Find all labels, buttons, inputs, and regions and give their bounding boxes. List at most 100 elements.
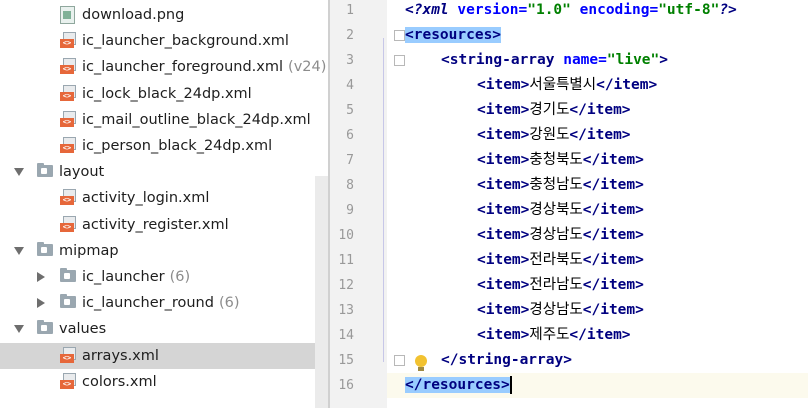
code-text: </resources>	[405, 373, 512, 398]
item-open-tag: <item>	[477, 202, 530, 218]
code-line[interactable]: <item>경상남도</item>	[387, 298, 808, 323]
code-text: <item>경상남도</item>	[477, 223, 644, 248]
code-line[interactable]: <item>제주도</item>	[387, 323, 808, 348]
chevron-down-icon[interactable]	[14, 246, 24, 255]
line-number: 3	[346, 53, 354, 68]
tree-row-layout[interactable]: layout	[0, 159, 328, 185]
code-line[interactable]: <item>경기도</item>	[387, 98, 808, 123]
file-name: activity_register.xml	[82, 216, 229, 233]
tree-row-activity-login-xml[interactable]: <> activity_login.xml	[0, 185, 328, 211]
item-close-tag: </item>	[569, 102, 631, 118]
xml-file-icon: <>	[60, 346, 76, 364]
code-line[interactable]: <item>충청남도</item>	[387, 173, 808, 198]
tree-row-label: layout	[59, 163, 104, 181]
code-text: <item>전라남도</item>	[477, 273, 644, 298]
folder-icon	[37, 163, 53, 178]
text-caret	[509, 376, 512, 394]
code-line[interactable]: <?xml version="1.0" encoding="utf-8"?>	[387, 0, 808, 23]
tree-row-colors-xml[interactable]: <> colors.xml	[0, 369, 328, 395]
folder-icon	[37, 320, 53, 335]
item-close-tag: </item>	[582, 152, 644, 168]
xml-file-icon: <>	[60, 215, 76, 233]
code-line[interactable]: <resources>	[387, 23, 808, 48]
resources-close-tag: </resources>	[405, 377, 510, 393]
code-text: <?xml version="1.0" encoding="utf-8"?>	[405, 0, 737, 23]
tree-row-ic-launcher-foreground-xml[interactable]: <> ic_launcher_foreground.xml (v24)	[0, 54, 328, 80]
code-line[interactable]: <item>경상남도</item>	[387, 223, 808, 248]
code-line[interactable]: <item>전라북도</item>	[387, 248, 808, 273]
tree-row-values[interactable]: values	[0, 316, 328, 342]
xml-version-value: "1.0"	[527, 2, 571, 18]
item-close-tag: </item>	[582, 202, 644, 218]
tree-row-ic-person-black-24dp-xml[interactable]: <> ic_person_black_24dp.xml	[0, 133, 328, 159]
file-name: ic_launcher_background.xml	[82, 33, 289, 50]
code-text: <item>서울특별시</item>	[477, 73, 657, 98]
tree-row-label: ic_launcher_round (6)	[82, 294, 239, 312]
file-name: values	[59, 321, 107, 338]
file-suffix: (6)	[169, 269, 191, 285]
code-editor[interactable]: <?xml version="1.0" encoding="utf-8"?> <r…	[387, 0, 808, 408]
tree-row-ic-mail-outline-black-24dp-xml[interactable]: <> ic_mail_outline_black_24dp.xml	[0, 107, 328, 133]
item-close-tag: </item>	[569, 127, 631, 143]
item-value: 강원도	[529, 127, 570, 143]
file-name: colors.xml	[82, 373, 157, 390]
tree-row-label: activity_register.xml	[82, 216, 229, 234]
line-number: 5	[346, 103, 354, 118]
item-open-tag: <item>	[477, 177, 530, 193]
code-line[interactable]: <item>충청북도</item>	[387, 148, 808, 173]
file-name: ic_person_black_24dp.xml	[82, 138, 273, 154]
tree-row-label: download.png	[82, 6, 184, 24]
code-text: </string-array>	[441, 348, 572, 373]
string-array-name-attr: name=	[563, 52, 607, 68]
item-open-tag: <item>	[477, 127, 530, 143]
chevron-down-icon[interactable]	[14, 325, 24, 334]
xml-file-icon: <>	[60, 84, 76, 102]
line-number: 14	[338, 328, 354, 343]
code-line[interactable]: <item>강원도</item>	[387, 123, 808, 148]
line-number: 12	[338, 278, 354, 293]
code-line[interactable]: </resources>	[387, 373, 808, 398]
file-name: arrays.xml	[82, 347, 159, 364]
item-value: 경상남도	[529, 302, 583, 318]
item-close-tag: </item>	[582, 252, 644, 268]
string-array-close-tag: </string-array>	[441, 352, 572, 368]
code-text: <item>강원도</item>	[477, 123, 631, 148]
item-close-tag: </item>	[596, 77, 658, 93]
tree-row-ic-launcher[interactable]: ic_launcher (6)	[0, 264, 328, 290]
xml-declaration-close: ?>	[719, 2, 737, 18]
item-open-tag: <item>	[477, 302, 530, 318]
code-text: <item>경상북도</item>	[477, 198, 644, 223]
chevron-down-icon[interactable]	[14, 168, 24, 177]
chevron-right-icon[interactable]	[37, 298, 45, 309]
tree-row-activity-register-xml[interactable]: <> activity_register.xml	[0, 212, 328, 238]
string-array-open-close: >	[659, 52, 668, 68]
file-suffix: (v24)	[288, 59, 327, 76]
code-line[interactable]: <item>경상북도</item>	[387, 198, 808, 223]
tree-row-ic-lock-black-24dp-xml[interactable]: <> ic_lock_black_24dp.xml	[0, 81, 328, 107]
tree-row-label: ic_launcher (6)	[82, 268, 190, 286]
code-line[interactable]: <item>전라남도</item>	[387, 273, 808, 298]
xml-version-attr: version=	[457, 2, 528, 18]
item-value: 충청남도	[529, 177, 583, 193]
item-close-tag: </item>	[582, 227, 644, 243]
tree-row-ic-launcher-round[interactable]: ic_launcher_round (6)	[0, 290, 328, 316]
tree-row-mipmap[interactable]: mipmap	[0, 238, 328, 264]
project-tree: download.png <> ic_launcher_background.xml…	[0, 0, 328, 408]
line-number: 15	[338, 353, 354, 368]
tree-row-ic-launcher-background-xml[interactable]: <> ic_launcher_background.xml	[0, 28, 328, 54]
chevron-right-icon[interactable]	[37, 272, 45, 282]
code-line[interactable]: <item>서울특별시</item>	[387, 73, 808, 98]
file-name: ic_launcher	[82, 269, 165, 285]
tree-row-download-png[interactable]: download.png	[0, 2, 328, 28]
tree-row-label: ic_launcher_background.xml	[82, 32, 289, 50]
code-line[interactable]: </string-array>	[387, 348, 808, 373]
tree-row-arrays-xml[interactable]: <> arrays.xml	[0, 342, 328, 369]
file-suffix: (6)	[218, 295, 240, 312]
item-value: 충청북도	[529, 152, 583, 168]
line-number: 1	[346, 3, 354, 18]
code-line[interactable]: <string-array name="live">	[387, 48, 808, 73]
line-number: 9	[346, 203, 354, 218]
line-number: 11	[338, 253, 354, 268]
tree-scrollbar[interactable]	[315, 176, 328, 408]
